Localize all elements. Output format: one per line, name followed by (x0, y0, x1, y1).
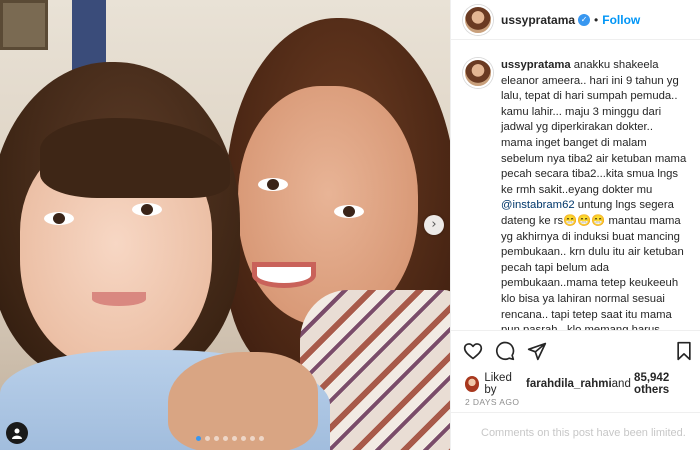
avatar[interactable] (463, 4, 493, 35)
mother-smile (252, 262, 316, 288)
comment-icon (496, 341, 515, 361)
likes-prefix: Liked by (484, 372, 512, 396)
action-bar (451, 330, 700, 370)
heart-icon (463, 343, 483, 360)
carousel-dot (196, 436, 201, 441)
chevron-right-icon: › (431, 217, 437, 232)
caption-username-link[interactable]: ussypratama (501, 59, 571, 71)
save-button[interactable] (675, 341, 693, 361)
carousel-next-button[interactable]: › (424, 215, 444, 235)
paper-plane-icon (527, 342, 547, 361)
share-button[interactable] (527, 341, 547, 361)
bookmark-icon (677, 341, 691, 361)
carousel-dots (196, 436, 264, 441)
user-tag-button[interactable] (6, 422, 28, 444)
child-mouth (92, 292, 146, 306)
liker-avatar[interactable] (465, 376, 480, 392)
comment-button[interactable] (495, 341, 515, 361)
caption-body-2: untung lngs segera dateng ke rs😁😁😁 manta… (501, 199, 684, 330)
child-eye-right (132, 203, 162, 216)
mother-eye-left (258, 178, 288, 191)
likes-and: and (611, 378, 631, 390)
caption-area: ussypratama anakku shakeela eleanor ameer… (451, 48, 700, 330)
carousel-dot (250, 436, 255, 441)
verified-badge-icon: ✓ (578, 13, 591, 26)
username-link[interactable]: ussypratama (501, 13, 575, 27)
carousel-dot (205, 436, 210, 441)
caption-mention-link[interactable]: @instabram62 (501, 199, 575, 211)
likes-count-link[interactable]: 85,942 others (634, 372, 700, 396)
comments-limited-notice: Comments on this post have been limited. (451, 412, 700, 450)
carousel-dot (214, 436, 219, 441)
post-sidebar: ussypratama ✓ • Follow ussypratama anakku… (450, 0, 700, 450)
user-tag-icon (12, 428, 22, 439)
carousel-dot (259, 436, 264, 441)
carousel-dot (232, 436, 237, 441)
post-photo[interactable]: › (0, 0, 450, 450)
window (72, 0, 106, 70)
caption-body-1: anakku shakeela eleanor ameera.. hari in… (501, 59, 687, 196)
caption-text: ussypratama anakku shakeela eleanor ameer… (501, 58, 687, 330)
mother-eye-right (334, 205, 364, 218)
caption-avatar[interactable] (463, 58, 493, 88)
carousel-dot (241, 436, 246, 441)
carousel-dot (223, 436, 228, 441)
wall-frame (0, 0, 48, 50)
post-timestamp[interactable]: 2 DAYS AGO (465, 397, 519, 407)
follow-button[interactable]: Follow (602, 13, 640, 27)
liker-username-link[interactable]: farahdila_rahmi (526, 378, 612, 390)
like-button[interactable] (463, 341, 483, 361)
separator-dot: • (594, 12, 599, 27)
post-header: ussypratama ✓ • Follow (451, 0, 700, 40)
likes-summary: Liked by farahdila_rahmi and 85,942 othe… (465, 372, 700, 396)
child-eye-left (44, 212, 74, 225)
